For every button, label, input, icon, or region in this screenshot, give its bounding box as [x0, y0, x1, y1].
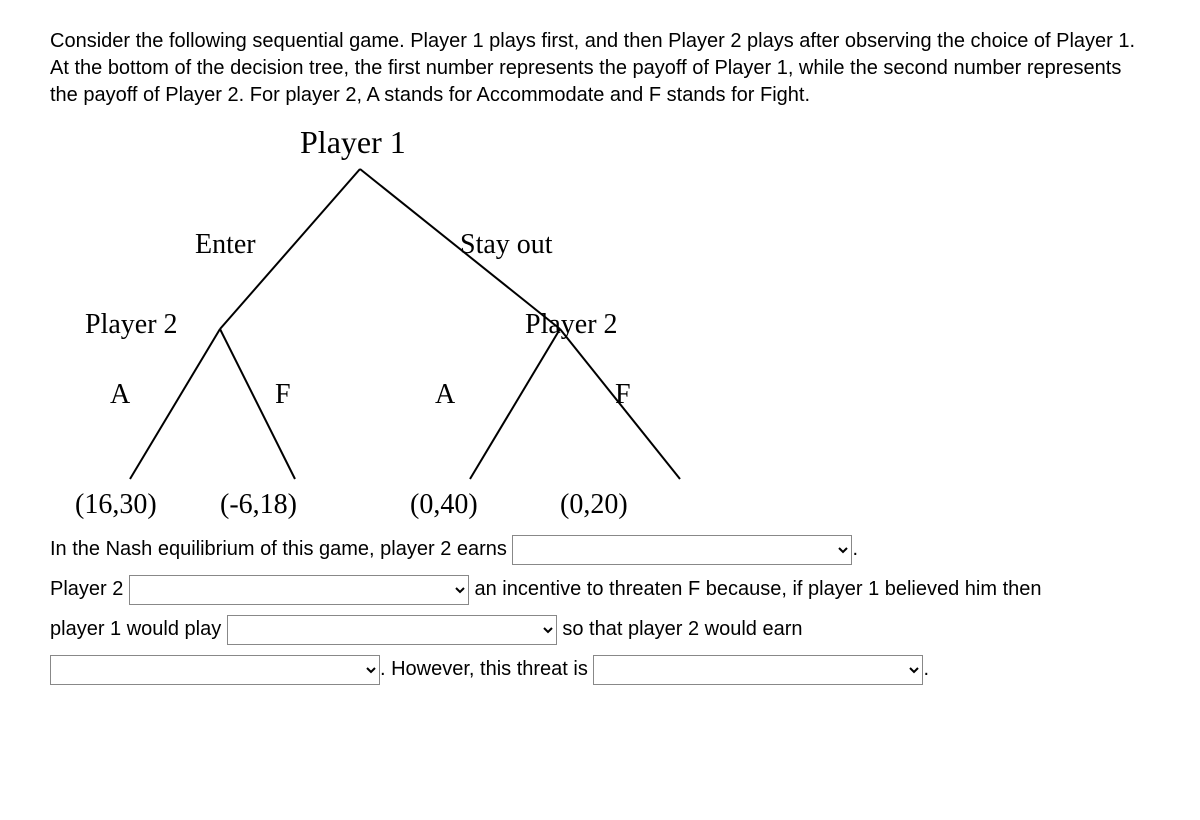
answer-paragraph: In the Nash equilibrium of this game, pl…: [50, 529, 1150, 689]
dropdown-p2-incentive[interactable]: [129, 575, 469, 605]
branch-enter: Enter: [195, 229, 256, 261]
branch-left-a: A: [110, 379, 130, 411]
period-1: .: [852, 538, 858, 560]
question-prompt: Consider the following sequential game. …: [50, 28, 1150, 109]
period-2: .: [923, 658, 929, 680]
node-player2-right: Player 2: [525, 309, 618, 341]
answer-text-1: In the Nash equilibrium of this game, pl…: [50, 538, 507, 560]
branch-stayout: Stay out: [460, 229, 553, 261]
answer-text-2a: Player 2: [50, 578, 123, 600]
dropdown-p2-earns[interactable]: [512, 535, 852, 565]
dropdown-p1-play[interactable]: [227, 615, 557, 645]
answer-text-2b: an incentive to threaten F because, if p…: [475, 578, 1042, 600]
dropdown-p2-would-earn[interactable]: [50, 655, 380, 685]
branch-left-f: F: [275, 379, 291, 411]
dropdown-threat[interactable]: [593, 655, 923, 685]
payoff-enter-f: (-6,18): [220, 489, 297, 521]
node-player2-left: Player 2: [85, 309, 178, 341]
branch-right-f: F: [615, 379, 631, 411]
decision-tree: Player 1 Enter Stay out Player 2 Player …: [40, 119, 740, 529]
answer-text-3a: player 1 would play: [50, 618, 221, 640]
payoff-enter-a: (16,30): [75, 489, 157, 521]
payoff-stay-a: (0,40): [410, 489, 478, 521]
node-player1: Player 1: [300, 124, 406, 161]
payoff-stay-f: (0,20): [560, 489, 628, 521]
answer-text-3b: so that player 2 would earn: [562, 618, 802, 640]
branch-right-a: A: [435, 379, 455, 411]
answer-text-4a: . However, this threat is: [380, 658, 588, 680]
